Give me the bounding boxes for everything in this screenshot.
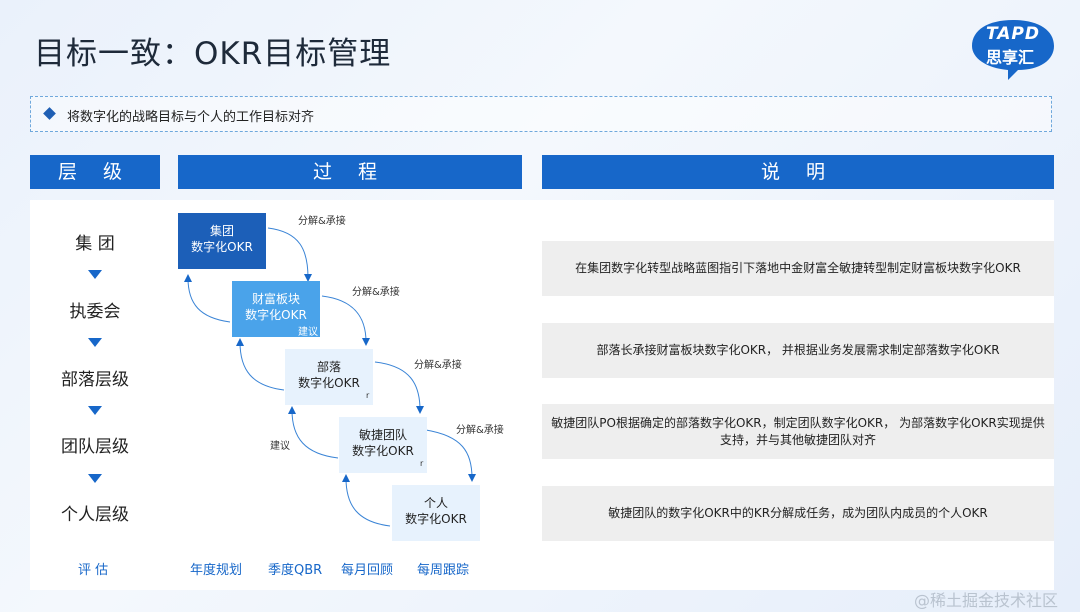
arrow-label-decompose: 分解&承接 <box>298 216 346 227</box>
evaluation-annual-plan: 年度规划 <box>190 563 243 578</box>
evaluation-monthly-review: 每月回顾 <box>341 563 394 578</box>
description-tribe: 部落长承接财富板块数字化OKR， 并根据业务发展需求制定部落数字化OKR <box>542 323 1054 378</box>
arrow-label-decompose: 分解&承接 <box>414 360 462 371</box>
okr-box-group: 集团 数字化OKR <box>178 213 266 269</box>
box-line2: 数字化OKR <box>352 444 414 458</box>
description-individual: 敏捷团队的数字化OKR中的KR分解成任务，成为团队内成员的个人OKR <box>542 486 1054 541</box>
okr-box-team: 敏捷团队 数字化OKR <box>339 417 427 473</box>
arrow-label-r: r <box>420 459 424 468</box>
evaluation-quarterly-qbr: 季度QBR <box>268 563 323 578</box>
box-line1: 敏捷团队 <box>358 428 407 442</box>
box-line1: 集团 <box>209 224 234 238</box>
box-line1: 财富板块 <box>251 292 300 306</box>
watermark: @稀土掘金技术社区 <box>914 591 1059 610</box>
evaluation-label: 评 估 <box>78 563 109 578</box>
box-line1: 部落 <box>316 360 341 374</box>
box-line2: 数字化OKR <box>245 308 307 322</box>
arrow-label-suggest: 建议 <box>270 441 290 452</box>
arrow-label-suggest: 建议 <box>298 327 318 338</box>
box-line2: 数字化OKR <box>298 376 360 390</box>
arrow-label-decompose: 分解&承接 <box>352 287 400 298</box>
okr-box-individual: 个人 数字化OKR <box>392 485 480 541</box>
description-wealth: 在集团数字化转型战略蓝图指引下落地中金财富全敏捷转型制定财富板块数字化OKR <box>542 241 1054 296</box>
evaluation-weekly-tracking: 每周跟踪 <box>417 563 470 578</box>
box-line2: 数字化OKR <box>405 512 467 526</box>
okr-box-tribe: 部落 数字化OKR <box>285 349 373 405</box>
description-team: 敏捷团队PO根据确定的部落数字化OKR，制定团队数字化OKR， 为部落数字化OK… <box>542 404 1054 459</box>
arrow-label-decompose: 分解&承接 <box>456 425 504 436</box>
box-line2: 数字化OKR <box>191 240 253 254</box>
arrow-label-r: r <box>366 391 370 400</box>
box-line1: 个人 <box>423 496 448 510</box>
